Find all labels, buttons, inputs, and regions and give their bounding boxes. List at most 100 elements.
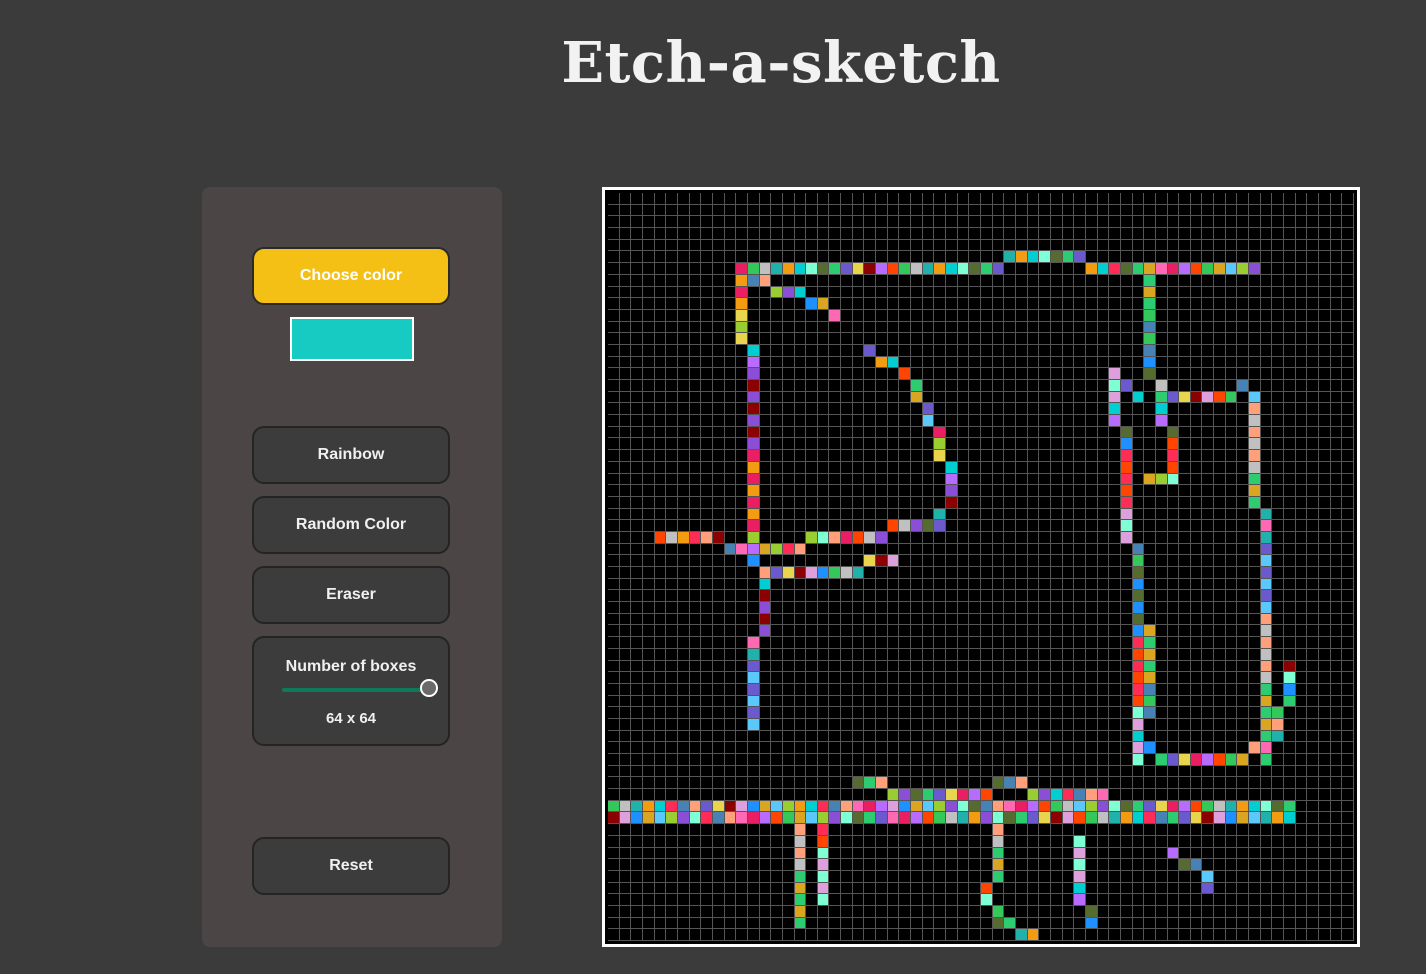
grid-cell[interactable] [1132,461,1145,474]
grid-cell[interactable] [1062,648,1075,661]
grid-cell[interactable] [1260,905,1273,918]
grid-cell[interactable] [852,870,865,883]
grid-cell[interactable] [1307,368,1320,380]
grid-cell[interactable] [1074,298,1086,310]
grid-cell[interactable] [852,929,865,941]
grid-cell[interactable] [1050,590,1063,603]
grid-cell[interactable] [1179,251,1191,264]
grid-cell[interactable] [654,578,667,591]
grid-cell[interactable] [969,415,981,427]
grid-cell[interactable] [759,929,772,941]
grid-cell[interactable] [1167,438,1180,451]
grid-cell[interactable] [1342,520,1354,532]
grid-cell[interactable] [1062,859,1075,871]
grid-cell[interactable] [1319,695,1331,708]
grid-cell[interactable] [631,637,643,649]
grid-cell[interactable] [1097,777,1110,790]
grid-cell[interactable] [1260,368,1273,380]
grid-cell[interactable] [1109,637,1121,649]
grid-cell[interactable] [736,917,748,930]
grid-cell[interactable] [712,438,725,451]
grid-cell[interactable] [1132,555,1145,567]
grid-cell[interactable] [1155,683,1168,696]
grid-cell[interactable] [1307,496,1320,509]
grid-cell[interactable] [1295,894,1308,906]
grid-cell[interactable] [1085,800,1098,813]
grid-cell[interactable] [899,648,912,661]
grid-cell[interactable] [934,929,947,941]
grid-cell[interactable] [899,555,912,567]
grid-cell[interactable] [1179,391,1191,404]
grid-cell[interactable] [911,450,923,462]
grid-cell[interactable] [992,824,1005,836]
grid-cell[interactable] [1085,847,1098,860]
grid-cell[interactable] [1039,859,1051,871]
grid-cell[interactable] [712,765,725,778]
grid-cell[interactable] [992,870,1005,883]
grid-cell[interactable] [782,356,795,369]
grid-cell[interactable] [1004,894,1016,906]
grid-cell[interactable] [922,263,935,275]
grid-cell[interactable] [922,216,935,229]
grid-cell[interactable] [608,485,620,497]
grid-cell[interactable] [736,216,748,229]
grid-cell[interactable] [642,672,655,684]
grid-cell[interactable] [876,894,888,906]
grid-cell[interactable] [841,765,853,778]
grid-cell[interactable] [794,520,807,532]
grid-cell[interactable] [642,555,655,567]
grid-cell[interactable] [1144,368,1156,380]
grid-cell[interactable] [631,625,643,638]
grid-cell[interactable] [747,800,760,813]
grid-cell[interactable] [1132,847,1145,860]
grid-cell[interactable] [992,531,1005,544]
grid-cell[interactable] [712,228,725,240]
grid-cell[interactable] [852,625,865,638]
grid-cell[interactable] [922,450,935,462]
grid-cell[interactable] [852,403,865,416]
grid-cell[interactable] [1237,391,1250,404]
grid-cell[interactable] [759,531,772,544]
grid-cell[interactable] [1120,216,1133,229]
grid-cell[interactable] [642,286,655,299]
grid-cell[interactable] [1284,835,1296,848]
grid-cell[interactable] [1015,531,1028,544]
grid-cell[interactable] [899,835,912,848]
grid-cell[interactable] [1074,765,1086,778]
grid-cell[interactable] [608,683,620,696]
grid-cell[interactable] [1249,485,1261,497]
grid-cell[interactable] [1132,251,1145,264]
grid-cell[interactable] [771,578,783,591]
grid-cell[interactable] [1202,929,1215,941]
grid-cell[interactable] [841,438,853,451]
grid-cell[interactable] [1132,438,1145,451]
grid-cell[interactable] [876,754,888,766]
grid-cell[interactable] [922,870,935,883]
grid-cell[interactable] [887,567,900,579]
grid-cell[interactable] [887,707,900,719]
grid-cell[interactable] [1144,789,1156,801]
grid-cell[interactable] [1050,625,1063,638]
grid-cell[interactable] [666,344,678,357]
grid-cell[interactable] [689,403,702,416]
grid-cell[interactable] [1050,274,1063,287]
grid-cell[interactable] [1272,835,1285,848]
grid-cell[interactable] [934,321,947,334]
grid-cell[interactable] [1120,508,1133,521]
grid-cell[interactable] [957,742,970,754]
grid-cell[interactable] [759,450,772,462]
grid-cell[interactable] [911,543,923,556]
grid-cell[interactable] [817,344,830,357]
grid-cell[interactable] [1295,356,1308,369]
grid-cell[interactable] [1132,730,1145,743]
grid-cell[interactable] [631,765,643,778]
grid-cell[interactable] [782,847,795,860]
grid-cell[interactable] [759,812,772,825]
grid-cell[interactable] [1319,847,1331,860]
grid-cell[interactable] [1272,193,1285,205]
grid-cell[interactable] [1225,590,1238,603]
grid-cell[interactable] [689,789,702,801]
grid-cell[interactable] [922,321,935,334]
grid-cell[interactable] [1179,426,1191,439]
grid-cell[interactable] [782,578,795,591]
